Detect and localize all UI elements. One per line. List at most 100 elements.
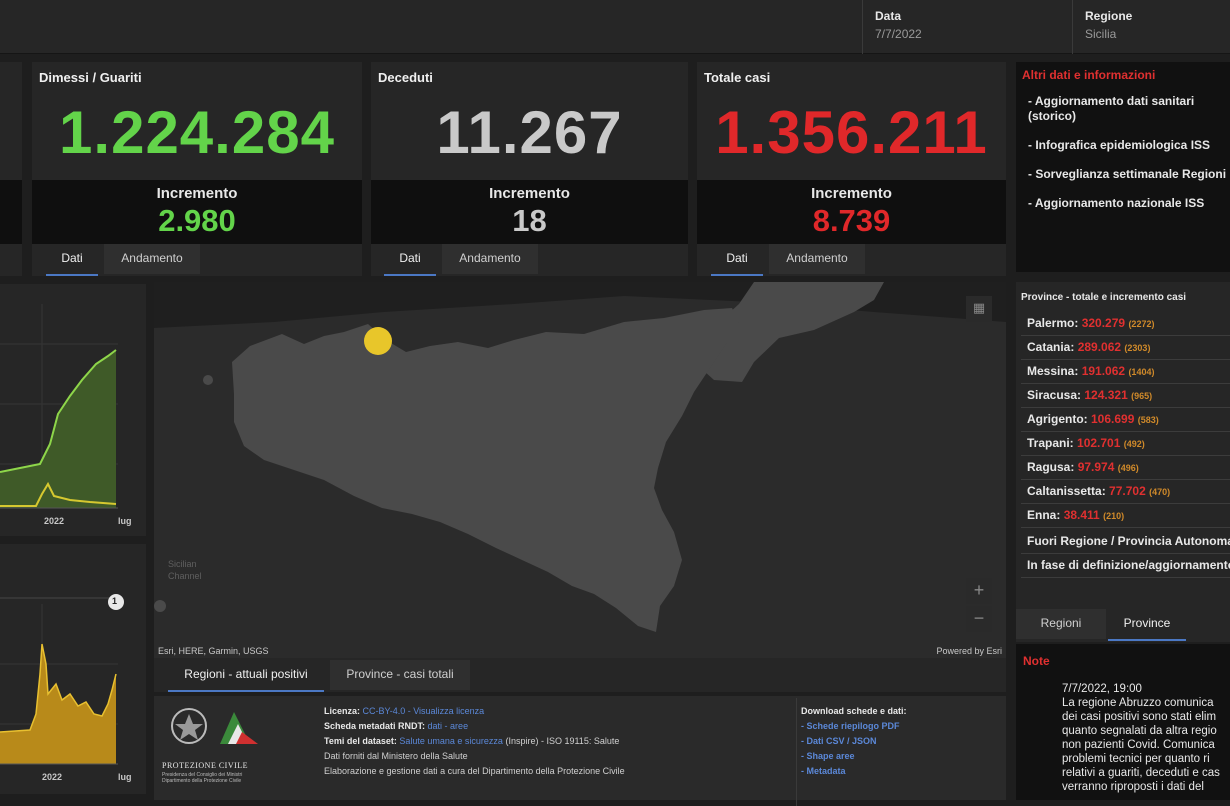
province-list-panel: Province - totale e incremento casi Pale… bbox=[1016, 282, 1230, 606]
top-header: Data 7/7/2022 Regione Sicilia bbox=[0, 0, 1230, 54]
kpi-value: 11.267 bbox=[436, 99, 623, 166]
tab-trend[interactable]: Andamento bbox=[769, 244, 865, 274]
list-item[interactable]: Siracusa: 124.321 (965) bbox=[1021, 384, 1230, 408]
chart-badge-label: 1 bbox=[112, 596, 118, 606]
kpi-value: 1.224.284 bbox=[59, 99, 335, 166]
list-item[interactable]: In fase di definizione/aggiornamento bbox=[1021, 554, 1230, 578]
list-item[interactable]: Trapani: 102.701 (492) bbox=[1021, 432, 1230, 456]
info-link-weekly-surveillance[interactable]: - Sorveglianza settimanale Regioni bbox=[1028, 167, 1230, 182]
kpi-card-partial bbox=[0, 62, 22, 244]
tab-provinces-total-cases[interactable]: Province - casi totali bbox=[330, 660, 470, 690]
map-layers-button[interactable]: ▦ bbox=[966, 296, 992, 322]
date-label: Data bbox=[875, 9, 902, 23]
kpi-increment-value: 18 bbox=[512, 203, 547, 238]
trend-chart-bottom[interactable]: 1 2022 lug bbox=[0, 544, 146, 794]
notes-panel: Note 7/7/2022, 19:00 La regione Abruzzo … bbox=[1016, 644, 1230, 800]
list-item[interactable]: Palermo: 320.279 (2272) bbox=[1021, 312, 1230, 336]
download-title: Download schede e dati: bbox=[801, 706, 907, 716]
kpi-tabs-deceased: Dati Andamento bbox=[371, 244, 688, 276]
list-item[interactable]: Messina: 191.062 (1404) bbox=[1021, 360, 1230, 384]
region-label: Regione bbox=[1085, 9, 1133, 23]
footer-panel: PROTEZIONE CIVILE Presidenza del Consigl… bbox=[154, 696, 1006, 806]
map-tabs: Regioni - attuali positivi Province - ca… bbox=[154, 658, 1006, 692]
list-item[interactable]: Caltanissetta: 77.702 (470) bbox=[1021, 480, 1230, 504]
list-item[interactable]: Catania: 289.062 (2303) bbox=[1021, 336, 1230, 360]
kpi-card-recovered: Dimessi / Guariti 1.224.284 Incremento 2… bbox=[32, 62, 362, 244]
list-item[interactable]: Ragusa: 97.974 (496) bbox=[1021, 456, 1230, 480]
tab-regions[interactable]: Regioni bbox=[1016, 609, 1106, 639]
license-link[interactable]: CC-BY-4.0 - Visualizza licenza bbox=[363, 706, 485, 716]
region-selector[interactable]: Regione Sicilia bbox=[1072, 0, 1230, 54]
kpi-increment-label: Incremento bbox=[156, 185, 238, 202]
kpi-value: 1.356.211 bbox=[715, 99, 988, 166]
kpi-increment-value: 2.980 bbox=[158, 203, 236, 238]
emblem-icon bbox=[171, 708, 258, 744]
tab-provinces[interactable]: Province bbox=[1108, 609, 1186, 641]
map-powered-by[interactable]: Powered by Esri bbox=[936, 646, 1002, 656]
tab-regions-active-positive[interactable]: Regioni - attuali positivi bbox=[168, 660, 324, 692]
map-credits: Esri, HERE, Garmin, USGS bbox=[158, 646, 269, 656]
map-bubble-palermo[interactable] bbox=[364, 327, 392, 355]
kpi-title: Dimessi / Guariti bbox=[39, 70, 142, 85]
notes-label: Note bbox=[1023, 654, 1050, 668]
date-selector[interactable]: Data 7/7/2022 bbox=[862, 0, 1072, 54]
data-source: Dati forniti dal Ministero della Salute bbox=[324, 751, 468, 761]
download-link-csv[interactable]: - Dati CSV / JSON bbox=[801, 734, 1011, 749]
logo-text: PROTEZIONE CIVILE bbox=[162, 761, 249, 770]
x-tick-label: lug bbox=[118, 772, 132, 782]
kpi-card-total-cases: Totale casi 1.356.211 Incremento 8.739 bbox=[697, 62, 1006, 244]
series-area-orange bbox=[0, 644, 116, 764]
province-list-title: Province - totale e incremento casi bbox=[1021, 292, 1187, 303]
topics-link[interactable]: Salute umana e sicurezza bbox=[399, 736, 503, 746]
download-panel: Download schede e dati: - Schede riepilo… bbox=[796, 698, 1011, 806]
sicily-map[interactable]: Sicilian Channel ▦ + − Esri, HERE, Garmi… bbox=[154, 282, 1006, 658]
info-title: Altri dati e informazioni bbox=[1022, 68, 1156, 82]
tab-data[interactable]: Dati bbox=[384, 244, 436, 276]
tab-data[interactable]: Dati bbox=[711, 244, 763, 276]
kpi-increment-value: 8.739 bbox=[812, 203, 891, 238]
kpi-tabs-recovered: Dati Andamento bbox=[32, 244, 362, 276]
x-tick-label: 2022 bbox=[44, 516, 65, 526]
tab-data[interactable]: Dati bbox=[46, 244, 98, 276]
list-item[interactable]: Enna: 38.411 (210) bbox=[1021, 504, 1230, 528]
region-value: Sicilia bbox=[1085, 27, 1117, 41]
trend-chart-top-canvas bbox=[0, 304, 118, 509]
map-label-channel: Sicilian Channel bbox=[168, 559, 202, 581]
date-value: 7/7/2022 bbox=[875, 27, 922, 41]
kpi-card-deceased: Deceduti 11.267 Incremento 18 bbox=[371, 62, 688, 244]
kpi-increment-label: Incremento bbox=[489, 185, 570, 202]
kpi-title: Deceduti bbox=[378, 70, 433, 85]
list-item[interactable]: Fuori Regione / Provincia Autonoma bbox=[1021, 530, 1230, 554]
kpi-tabs-partial bbox=[0, 244, 22, 276]
zoom-in-button[interactable]: + bbox=[966, 578, 992, 604]
map-land-islet bbox=[203, 375, 213, 385]
data-processing: Elaborazione e gestione dati a cura del … bbox=[324, 766, 625, 776]
metadata-link[interactable]: dati - aree bbox=[428, 721, 469, 731]
zoom-out-button[interactable]: − bbox=[966, 606, 992, 632]
tab-trend[interactable]: Andamento bbox=[104, 244, 200, 274]
x-tick-label: 2022 bbox=[42, 772, 63, 782]
list-item[interactable]: Agrigento: 106.699 (583) bbox=[1021, 408, 1230, 432]
info-link-iss-national[interactable]: - Aggiornamento nazionale ISS bbox=[1028, 196, 1230, 211]
grid-icon: ▦ bbox=[972, 300, 986, 315]
map-canvas bbox=[154, 282, 1006, 658]
x-tick-label: lug bbox=[118, 516, 132, 526]
series-area-green bbox=[0, 350, 116, 508]
trend-chart-top[interactable]: 2022 lug bbox=[0, 284, 146, 536]
side-tabs: Regioni Province bbox=[1016, 606, 1230, 642]
download-link-metadata[interactable]: - Metadata bbox=[801, 764, 1011, 779]
license-info: Licenza: CC-BY-4.0 - Visualizza licenza … bbox=[324, 704, 794, 779]
kpi-increment-label: Incremento bbox=[811, 185, 892, 202]
logo-subtext: Presidenza del Consiglio dei Ministri Di… bbox=[162, 772, 243, 784]
info-panel: Altri dati e informazioni - Aggiornament… bbox=[1016, 62, 1230, 272]
info-link-iss-infographic[interactable]: - Infografica epidemiologica ISS bbox=[1028, 138, 1230, 153]
map-land-islet bbox=[154, 600, 166, 612]
download-link-pdf[interactable]: - Schede riepilogo PDF bbox=[801, 719, 1011, 734]
download-link-shape[interactable]: - Shape aree bbox=[801, 749, 1011, 764]
trend-chart-bottom-canvas bbox=[0, 594, 124, 765]
notes-text: 7/7/2022, 19:00 La regione Abruzzo comun… bbox=[1062, 683, 1220, 793]
tab-trend[interactable]: Andamento bbox=[442, 244, 538, 274]
kpi-tabs-total-cases: Dati Andamento bbox=[697, 244, 1006, 276]
kpi-title: Totale casi bbox=[704, 70, 771, 85]
info-link-health-data[interactable]: - Aggiornamento dati sanitari (storico) bbox=[1028, 94, 1230, 124]
